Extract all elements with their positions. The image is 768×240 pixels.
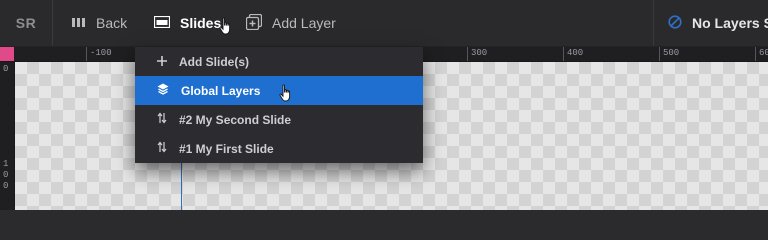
menu-item-label: Add Slide(s) — [179, 54, 250, 69]
ruler-tick: -100 — [86, 47, 112, 61]
ruler-tick: 500 — [659, 47, 679, 61]
top-toolbar: SR Back Slides Add Layer No Layers Se — [0, 0, 768, 47]
menu-item-label: #1 My First Slide — [179, 141, 274, 156]
ruler-tick: 0 — [3, 181, 9, 191]
no-layers-selected-button[interactable]: No Layers Se — [668, 0, 768, 46]
slides-icon — [153, 15, 171, 31]
menu-item-global-layers[interactable]: Global Layers — [135, 76, 423, 105]
back-button[interactable]: Back — [72, 0, 127, 46]
no-selection-icon — [668, 14, 682, 32]
ruler-tick: 0 — [3, 64, 9, 74]
ruler-tick: 300 — [467, 47, 487, 61]
no-layers-label: No Layers Se — [692, 15, 768, 31]
toolbar-divider — [653, 0, 654, 46]
menu-item-slide-1[interactable]: #1 My First Slide — [135, 134, 423, 163]
back-label: Back — [96, 15, 128, 31]
slides-button[interactable]: Slides — [153, 0, 222, 46]
ruler-tick: 60 — [755, 47, 768, 61]
sort-arrows-icon — [157, 141, 167, 156]
ruler-tick: 0 — [3, 170, 9, 180]
add-layer-button[interactable]: Add Layer — [245, 0, 336, 46]
add-layer-icon — [245, 13, 263, 33]
ruler-corner — [0, 47, 14, 61]
slides-label: Slides — [180, 15, 222, 31]
sort-arrows-icon — [157, 112, 167, 127]
menu-item-label: #2 My Second Slide — [179, 112, 292, 127]
app-logo: SR — [0, 0, 53, 46]
menu-item-label: Global Layers — [181, 83, 261, 98]
vertical-ruler: 0 1 0 0 — [0, 62, 15, 210]
ruler-tick: 1 — [3, 159, 9, 169]
add-layer-label: Add Layer — [272, 15, 336, 31]
layers-icon — [157, 83, 169, 98]
menu-item-slide-2[interactable]: #2 My Second Slide — [135, 105, 423, 134]
plus-icon — [157, 55, 167, 69]
grid-icon — [72, 15, 86, 31]
slides-dropdown-menu: Add Slide(s) Global Layers #2 My Second … — [135, 47, 423, 163]
ruler-tick: 400 — [563, 47, 583, 61]
menu-item-add-slides[interactable]: Add Slide(s) — [135, 47, 423, 76]
